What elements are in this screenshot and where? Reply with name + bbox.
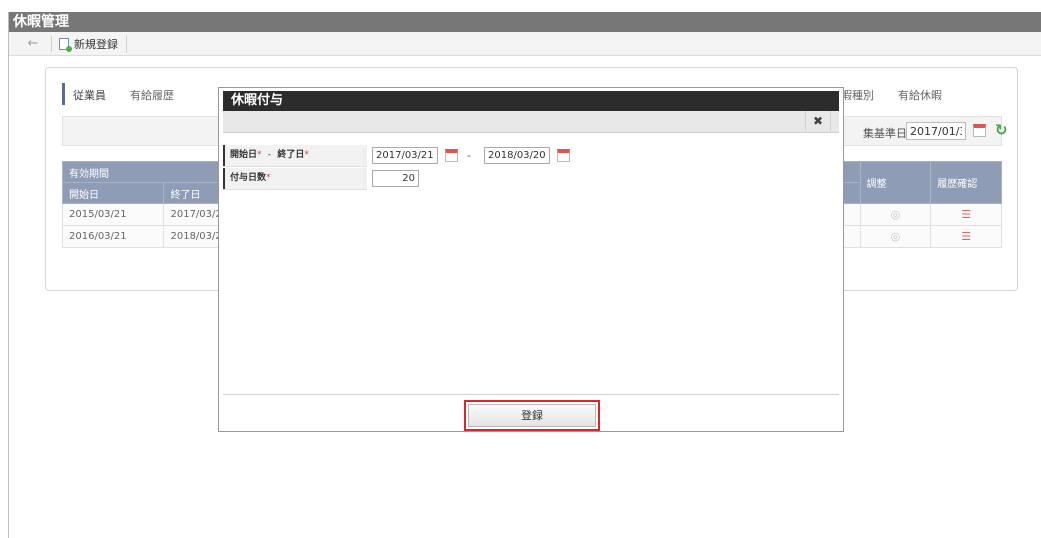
close-icon[interactable]: ✖ bbox=[805, 111, 831, 131]
top-strip bbox=[0, 0, 1041, 12]
tabs-left: 従業員 有給履歴 bbox=[62, 83, 186, 105]
dialog-toolbar: ✖ bbox=[223, 111, 839, 133]
start-date-input[interactable] bbox=[372, 147, 438, 164]
end-date-input[interactable] bbox=[484, 147, 550, 164]
required-mark: * bbox=[266, 173, 271, 183]
grant-days-field bbox=[367, 168, 839, 190]
new-register-label: 新規登録 bbox=[74, 38, 118, 51]
calendar-icon[interactable] bbox=[973, 124, 986, 137]
header-history: 履歴確認 bbox=[930, 161, 1002, 204]
page-title: 休暇管理 bbox=[9, 12, 1041, 32]
tab-paid-history[interactable]: 有給履歴 bbox=[118, 83, 186, 105]
history-cell: ☰ bbox=[930, 203, 1002, 226]
header-start: 開始日 bbox=[61, 182, 165, 204]
adjust-icon[interactable]: ◎ bbox=[891, 230, 901, 243]
date-range-field: - bbox=[367, 145, 839, 167]
grant-dialog: 休暇付与 ✖ 開始日* - 終了日* - 付与日数* 登録 bbox=[218, 87, 844, 432]
date-range-label: 開始日* - 終了日* bbox=[223, 145, 363, 166]
tab-employee[interactable]: 従業員 bbox=[62, 83, 118, 105]
start-calendar-icon[interactable] bbox=[445, 149, 458, 162]
grant-days-label-text: 付与日数 bbox=[230, 173, 267, 183]
base-date-input[interactable] bbox=[906, 122, 966, 140]
header-adjust: 調整 bbox=[859, 161, 932, 204]
row-start: 2015/03/21 bbox=[61, 203, 165, 226]
grant-days-input[interactable] bbox=[372, 170, 419, 187]
adjust-cell: ◎ bbox=[859, 225, 932, 248]
history-list-icon[interactable]: ☰ bbox=[961, 230, 971, 243]
dialog-footer-divider bbox=[223, 394, 839, 395]
date-range-row: 開始日* - 終了日* - bbox=[223, 145, 839, 167]
tab-paid-vacation[interactable]: 有給休暇 bbox=[886, 83, 954, 105]
label-dash: - bbox=[267, 150, 272, 160]
grant-days-row: 付与日数* bbox=[223, 168, 839, 190]
new-register-button[interactable]: 新規登録 bbox=[59, 35, 127, 53]
row-start: 2016/03/21 bbox=[61, 225, 165, 248]
history-cell: ☰ bbox=[930, 225, 1002, 248]
end-calendar-icon[interactable] bbox=[557, 149, 570, 162]
grant-days-label: 付与日数* bbox=[223, 168, 363, 189]
adjust-cell: ◎ bbox=[859, 203, 932, 226]
dialog-title: 休暇付与 bbox=[223, 91, 839, 111]
toolbar: ← 新規登録 bbox=[9, 32, 1041, 56]
base-date-label: 集基準日 bbox=[863, 127, 907, 140]
new-document-icon bbox=[59, 38, 72, 52]
left-border bbox=[8, 12, 9, 538]
start-date-label: 開始日 bbox=[230, 150, 258, 160]
end-date-label: 終了日 bbox=[277, 150, 305, 160]
register-button[interactable]: 登録 bbox=[468, 404, 596, 427]
required-mark: * bbox=[257, 150, 262, 160]
refresh-icon[interactable]: ↻ bbox=[995, 121, 1008, 139]
tabs-right: 休暇種別 有給休暇 bbox=[830, 83, 954, 105]
adjust-icon[interactable]: ◎ bbox=[891, 208, 901, 221]
history-list-icon[interactable]: ☰ bbox=[961, 208, 971, 221]
back-arrow-icon[interactable]: ← bbox=[25, 36, 41, 52]
date-dash: - bbox=[467, 149, 471, 162]
toolbar-divider bbox=[51, 36, 52, 52]
required-mark: * bbox=[304, 150, 309, 160]
